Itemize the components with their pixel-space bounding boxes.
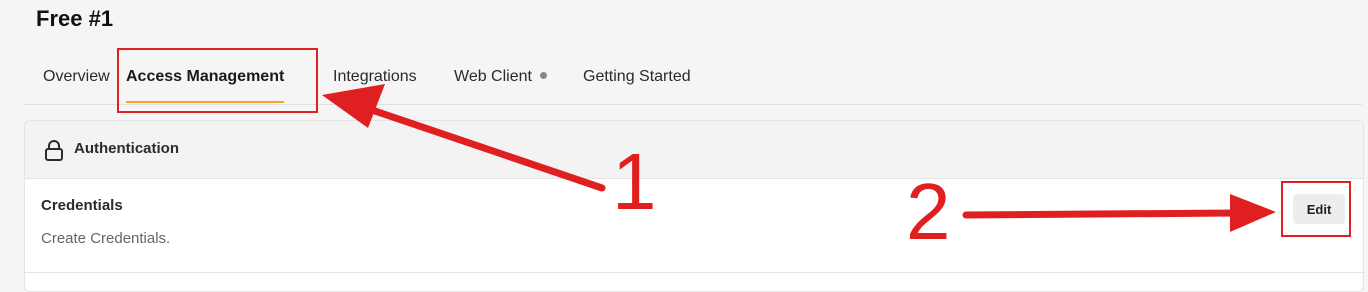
annotation-number-2: 2: [906, 167, 951, 256]
arrow-2-shaft: [962, 209, 1240, 219]
arrow-1-shaft: [368, 106, 606, 192]
annotation-number-1: 1: [612, 137, 657, 226]
arrow-2-head: [1230, 194, 1276, 232]
annotation-arrows: [322, 84, 1276, 232]
arrow-1-head: [322, 84, 385, 128]
